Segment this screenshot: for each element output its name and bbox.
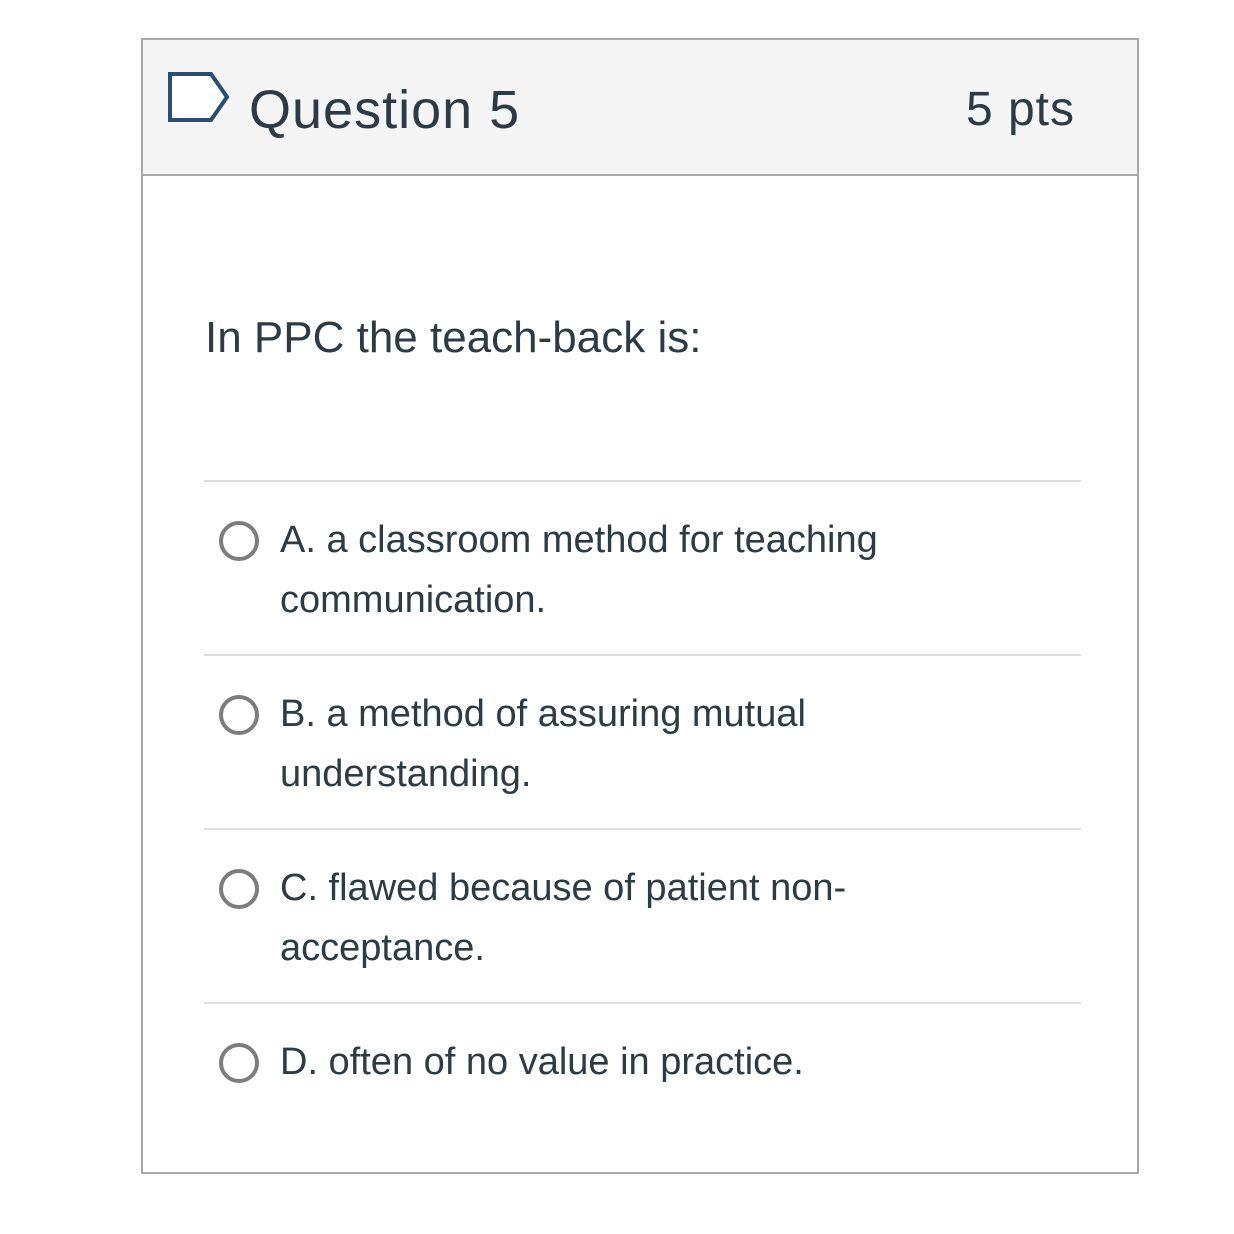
question-text: In PPC the teach-back is: — [205, 313, 702, 362]
question-header: Question 5 5 pts — [143, 40, 1137, 176]
question-title: Question 5 — [249, 80, 521, 140]
radio-button[interactable] — [219, 1043, 259, 1083]
answer-option-a[interactable]: A. a classroom method for teaching commu… — [204, 480, 1081, 654]
radio-button[interactable] — [219, 695, 259, 735]
answer-option-d[interactable]: D. often of no value in practice. — [204, 1002, 1081, 1176]
answer-label: D. often of no value in practice. — [280, 1041, 804, 1083]
question-points: 5 pts — [965, 83, 1075, 136]
question-card: Question 5 5 pts In PPC the teach-back i… — [141, 38, 1139, 1174]
answer-label: C. flawed because of patient non-accepta… — [280, 867, 847, 969]
radio-button[interactable] — [219, 521, 259, 561]
answer-label: A. a classroom method for teaching commu… — [280, 519, 878, 621]
answer-option-c[interactable]: C. flawed because of patient non-accepta… — [204, 828, 1081, 1002]
answer-label: B. a method of assuring mutual understan… — [280, 693, 806, 795]
answer-list: A. a classroom method for teaching commu… — [204, 480, 1081, 1176]
answer-option-b[interactable]: B. a method of assuring mutual understan… — [204, 654, 1081, 828]
flag-outline-icon[interactable] — [167, 70, 231, 124]
radio-button[interactable] — [219, 869, 259, 909]
